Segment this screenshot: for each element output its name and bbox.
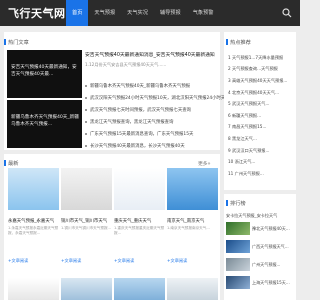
post-snippet: 1.重庆天气预报重庆近期天气预报... (114, 226, 165, 236)
section-marker (4, 39, 6, 45)
ranking-item-text[interactable]: 广州天气预报... (252, 262, 280, 268)
list-item[interactable]: 11 广州天气预报... (228, 168, 287, 180)
list-item[interactable]: 1 天气预报1...7天降水量预报 (228, 52, 287, 64)
headline-description: 1.12月份天气安吉县天气预报40天天气...... (85, 62, 167, 67)
post-snippet: 1.永嘉天气预报永嘉近期天气预报，永嘉天气预报... (8, 226, 59, 236)
nav-item-warning[interactable]: 气象预警 (187, 0, 220, 26)
bullet-icon (85, 121, 87, 123)
list-item[interactable]: 8 黑龙江天气... (228, 133, 287, 145)
headline-link[interactable]: 安吉天气预报40天最新通知消息_安吉天气预报40天最新通知 (85, 51, 215, 58)
list-item[interactable]: 新疆乌鲁木齐天气预报40天_新疆乌鲁木齐天气预报 (85, 80, 230, 92)
post-thumbnail[interactable] (114, 278, 165, 300)
post-snippet: 1.铜川市天气铜川市天气预报... (61, 226, 111, 230)
bullet-icon (85, 145, 87, 147)
list-item[interactable]: 黑龙江天气预报查询，黑龙江天气预报查询 (85, 116, 230, 128)
post-title[interactable]: 重庆天气_重庆天气 (114, 218, 151, 224)
hot-article-list: 新疆乌鲁木齐天气预报40天_新疆乌鲁木齐天气预报 武汉汉阳天气预报24小时天气预… (85, 80, 230, 152)
nav-item-guidance[interactable]: 辅导预报 (154, 0, 187, 26)
bullet-icon (85, 97, 87, 99)
recommend-title: 热点推荐 (230, 40, 251, 46)
ranking-thumbnail[interactable] (226, 222, 250, 235)
list-item[interactable]: 武汉汉阳天气预报24小时天气预报10天，湖北汉阳天气预报24小时天气 (85, 92, 230, 104)
post-thumbnail[interactable] (167, 278, 218, 300)
post-title[interactable]: 南京天气_南京天气 (167, 218, 204, 224)
hot-secondary-caption: 新疆乌鲁木齐天气预报40天_新疆乌鲁木齐天气预报... (11, 115, 79, 127)
list-item[interactable]: 广东天气预报15天最新消息查询，广东天气预报15天 (85, 128, 230, 140)
bullet-icon (85, 85, 87, 87)
post-thumbnail[interactable] (61, 278, 112, 300)
section-marker (226, 200, 228, 206)
read-more-link[interactable]: +文章阅读 (8, 258, 28, 264)
top-navigation-bar: 飞行天气网 首页 天气预报 天气实况 辅导预报 气象预警 (0, 0, 300, 26)
section-marker (4, 160, 6, 166)
ranking-item-text[interactable]: 豫北天气预报40天... (252, 226, 290, 232)
read-more-link[interactable]: +文章阅读 (114, 258, 134, 264)
site-logo[interactable]: 飞行天气网 (8, 5, 66, 21)
list-item[interactable]: 9 武汉汉口天气预报... (228, 145, 287, 157)
ranking-thumbnail[interactable] (226, 258, 250, 271)
read-more-link[interactable]: +文章阅读 (61, 258, 81, 264)
read-more-link[interactable]: +文章阅读 (167, 258, 187, 264)
post-thumbnail[interactable] (167, 168, 218, 210)
list-item[interactable]: 4 北京天气预报40天天气... (228, 87, 287, 99)
post-snippet: 1.南京天气预报南京天气... (167, 226, 210, 230)
nav-item-live[interactable]: 天气实况 (121, 0, 154, 26)
post-thumbnail[interactable] (8, 168, 59, 210)
post-thumbnail[interactable] (8, 278, 59, 300)
recommend-list: 1 天气预报1...7天降水量预报 2 天气预报查询...天气预报 3 高雄天气… (228, 52, 287, 180)
list-item[interactable]: 10 浙江天气... (228, 156, 287, 168)
section-marker (226, 39, 228, 45)
ranking-item-text[interactable]: 安卡拉天气预报_安卡拉天气 (226, 213, 277, 219)
latest-title: 最新 (8, 161, 19, 167)
list-item[interactable]: 长沙天气预报40天最新消息，长沙天气预报40天 (85, 140, 230, 152)
ranking-item-text[interactable]: 广西天气预报天气... (252, 244, 289, 250)
ranking-title: 排行榜 (230, 201, 246, 207)
list-item[interactable]: 武汉天气预报七天时间预报，武汉天气预报七天查询 (85, 104, 230, 116)
post-title[interactable]: 铜川市天气_铜川市天气 (61, 218, 107, 224)
ranking-thumbnail[interactable] (226, 276, 250, 289)
more-link[interactable]: 更多» (198, 160, 211, 167)
list-item[interactable]: 5 武汉天气预报天气... (228, 98, 287, 110)
hot-secondary-image[interactable]: 新疆乌鲁木齐天气预报40天_新疆乌鲁木齐天气预报... (7, 100, 82, 148)
list-item[interactable]: 7 南昌天气预报15... (228, 122, 287, 134)
nav-item-forecast[interactable]: 天气预报 (88, 0, 121, 26)
post-thumbnail[interactable] (114, 168, 165, 210)
bullet-icon (85, 133, 87, 135)
post-title[interactable]: 永嘉天气预报_永嘉天气 (8, 218, 54, 224)
hot-feature-caption: 安吉天气预报40天最新通知，安吉天气预报40天最... (11, 65, 77, 77)
ranking-item-text[interactable]: 上海天气预报15天... (252, 280, 290, 286)
hot-articles-title: 热门文章 (8, 40, 29, 46)
hot-feature-image[interactable]: 安吉天气预报40天最新通知，安吉天气预报40天最... (7, 50, 82, 98)
ranking-thumbnail[interactable] (226, 240, 250, 253)
bullet-icon (85, 109, 87, 111)
list-item[interactable]: 2 天气预报查询...天气预报 (228, 64, 287, 76)
nav-item-home[interactable]: 首页 (66, 0, 89, 26)
post-thumbnail[interactable] (61, 168, 112, 210)
list-item[interactable]: 6 新疆天气预报... (228, 110, 287, 122)
search-icon[interactable] (282, 8, 292, 18)
main-nav: 首页 天气预报 天气实况 辅导预报 气象预警 (66, 0, 219, 26)
list-item[interactable]: 3 高雄天气预报40天天气预报... (228, 75, 287, 87)
